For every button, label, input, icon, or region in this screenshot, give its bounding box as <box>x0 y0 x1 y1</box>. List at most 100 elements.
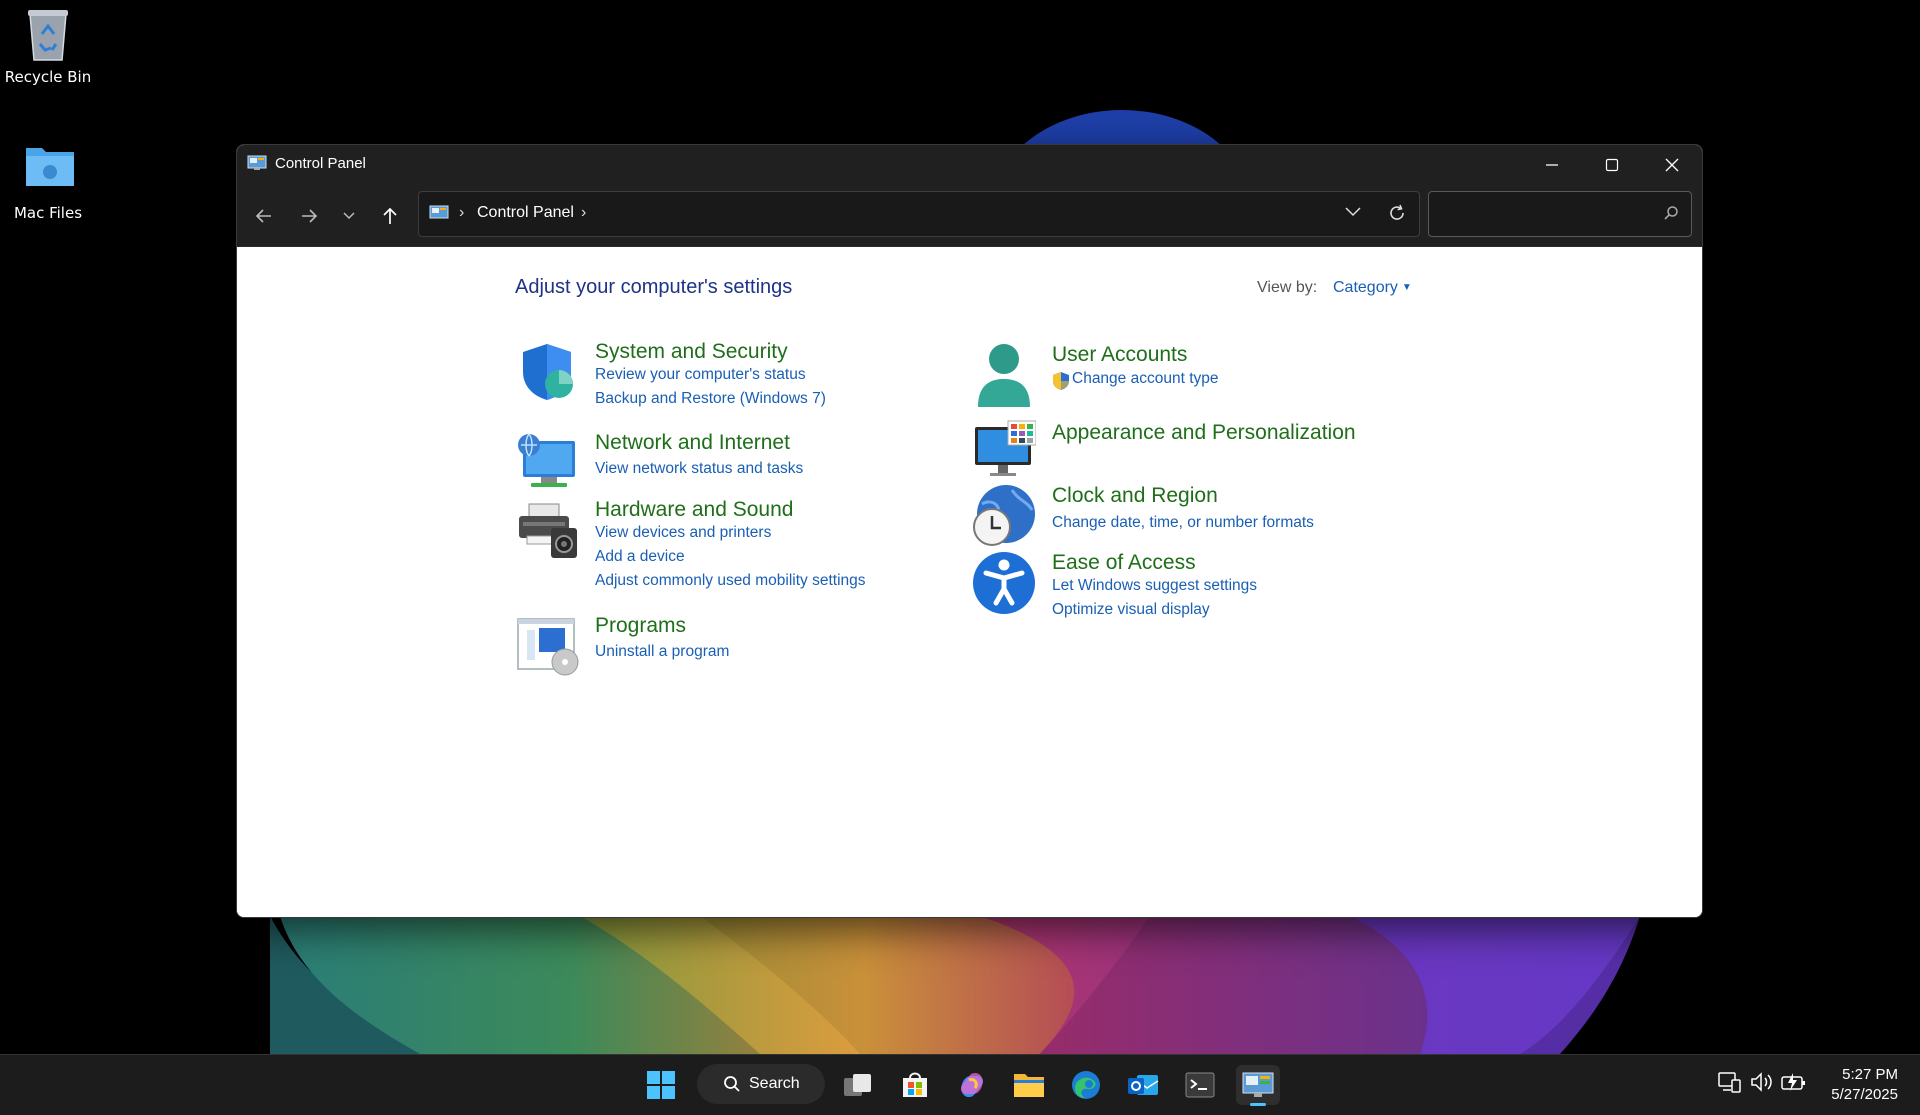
category-network-internet: Network and Internet View network status… <box>515 431 935 491</box>
maximize-icon <box>1605 158 1619 171</box>
category-title[interactable]: Network and Internet <box>595 431 790 455</box>
clock-globe-icon <box>972 484 1036 548</box>
page-title: Adjust your computer's settings <box>515 276 793 298</box>
task-view-icon <box>844 1074 871 1096</box>
shield-icon <box>515 340 579 404</box>
arrow-right-icon <box>302 209 318 223</box>
chevron-down-icon <box>1345 207 1361 217</box>
title-bar[interactable]: Control Panel <box>237 145 1702 184</box>
up-button[interactable] <box>373 199 407 233</box>
recycle-bin-icon <box>24 6 72 62</box>
category-link[interactable]: Review your computer's status <box>595 366 806 384</box>
volume-icon[interactable] <box>1750 1071 1774 1097</box>
store-icon <box>903 1072 927 1097</box>
category-clock-region: Clock and Region Change date, time, or n… <box>972 484 1392 550</box>
file-explorer-button[interactable] <box>1007 1065 1051 1105</box>
navigation-bar: › Control Panel › <box>237 184 1702 247</box>
taskbar-search-label: Search <box>749 1075 800 1092</box>
active-indicator <box>1250 1103 1266 1106</box>
category-link[interactable]: Backup and Restore (Windows 7) <box>595 390 826 408</box>
uac-shield-icon <box>1052 371 1070 395</box>
category-title[interactable]: System and Security <box>595 340 788 364</box>
desktop-icon-mac-files[interactable]: Mac Files <box>0 142 96 222</box>
start-button[interactable] <box>639 1065 683 1105</box>
forward-button[interactable] <box>292 199 326 233</box>
search-icon[interactable] <box>1663 205 1679 225</box>
folder-icon <box>1014 1074 1044 1097</box>
maximize-button[interactable] <box>1582 145 1642 184</box>
accessibility-icon <box>972 551 1036 615</box>
terminal-button[interactable] <box>1178 1065 1222 1105</box>
category-title[interactable]: Clock and Region <box>1052 484 1218 508</box>
category-link[interactable]: View devices and printers <box>595 524 771 542</box>
minimize-button[interactable] <box>1522 145 1582 184</box>
close-button[interactable] <box>1642 145 1702 184</box>
control-panel-taskbar-button[interactable] <box>1236 1065 1280 1106</box>
category-link[interactable]: Optimize visual display <box>1052 601 1210 619</box>
view-by-dropdown[interactable]: Category ▼ <box>1333 279 1412 297</box>
view-by-value[interactable]: Category <box>1333 279 1398 296</box>
address-bar[interactable]: › Control Panel › <box>418 191 1420 237</box>
edge-button[interactable] <box>1064 1065 1108 1105</box>
terminal-icon <box>1185 1072 1215 1098</box>
clock-date: 5/27/2025 <box>1831 1086 1898 1103</box>
category-title[interactable]: Ease of Access <box>1052 551 1196 575</box>
recent-locations-button[interactable] <box>332 199 366 233</box>
refresh-button[interactable] <box>1387 203 1407 228</box>
control-panel-icon <box>247 155 267 171</box>
search-box[interactable] <box>1428 191 1692 237</box>
address-history-button[interactable] <box>1345 204 1361 222</box>
control-panel-window: Control Panel › Control Panel › Adjust y… <box>236 144 1703 918</box>
close-icon <box>1665 158 1679 171</box>
category-title[interactable]: Hardware and Sound <box>595 498 793 522</box>
taskbar-search[interactable]: Search <box>697 1064 825 1104</box>
copilot-button[interactable] <box>950 1065 994 1105</box>
outlook-button[interactable] <box>1121 1065 1165 1105</box>
chevron-down-icon <box>343 212 355 220</box>
back-button[interactable] <box>247 199 281 233</box>
network-status-icon[interactable] <box>1718 1071 1742 1097</box>
category-link[interactable]: Adjust commonly used mobility settings <box>595 572 866 590</box>
folder-icon <box>24 142 74 198</box>
category-link[interactable]: Add a device <box>595 548 685 566</box>
arrow-up-icon <box>383 207 397 224</box>
taskbar: Search 5:27 PM 5/27/2025 <box>0 1054 1920 1115</box>
user-icon <box>972 343 1036 407</box>
category-link[interactable]: View network status and tasks <box>595 460 803 478</box>
minimize-icon <box>1546 163 1558 166</box>
category-ease-of-access: Ease of Access Let Windows suggest setti… <box>972 551 1392 625</box>
caret-down-icon: ▼ <box>1401 282 1412 293</box>
system-clock[interactable]: 5:27 PM 5/27/2025 <box>1831 1065 1898 1105</box>
category-title[interactable]: Appearance and Personalization <box>1052 421 1356 445</box>
clock-time: 5:27 PM <box>1842 1066 1898 1083</box>
breadcrumb-control-panel[interactable]: Control Panel <box>477 204 574 222</box>
task-view-button[interactable] <box>836 1065 880 1105</box>
category-programs: Programs Uninstall a program <box>515 614 935 678</box>
control-panel-content: Adjust your computer's settings View by:… <box>237 248 1702 917</box>
refresh-icon <box>1390 204 1404 220</box>
category-title[interactable]: Programs <box>595 614 686 638</box>
control-panel-icon <box>1242 1072 1274 1097</box>
desktop-icon-recycle-bin[interactable]: Recycle Bin <box>0 6 96 86</box>
programs-icon <box>515 614 579 678</box>
category-hardware-sound: Hardware and Sound View devices and prin… <box>515 498 935 590</box>
category-appearance-personalization: Appearance and Personalization <box>972 419 1392 479</box>
breadcrumb-separator[interactable]: › <box>581 204 586 222</box>
category-link[interactable]: Change account type <box>1072 370 1219 388</box>
outlook-icon <box>1128 1075 1159 1095</box>
search-icon <box>723 1075 741 1098</box>
category-link[interactable]: Uninstall a program <box>595 643 729 661</box>
view-by-label: View by: <box>1257 279 1318 296</box>
category-link[interactable]: Change date, time, or number formats <box>1052 514 1314 532</box>
microsoft-store-button[interactable] <box>893 1065 937 1105</box>
battery-icon[interactable] <box>1781 1071 1807 1097</box>
copilot-icon <box>960 1072 984 1098</box>
edge-icon <box>1072 1071 1100 1099</box>
category-link[interactable]: Let Windows suggest settings <box>1052 577 1257 595</box>
desktop-icon-label: Mac Files <box>13 204 83 222</box>
category-user-accounts: User Accounts Change account type <box>972 343 1392 409</box>
control-panel-icon <box>429 205 449 221</box>
category-title[interactable]: User Accounts <box>1052 343 1187 367</box>
search-input[interactable] <box>1437 200 1651 228</box>
breadcrumb-separator[interactable]: › <box>459 204 464 222</box>
